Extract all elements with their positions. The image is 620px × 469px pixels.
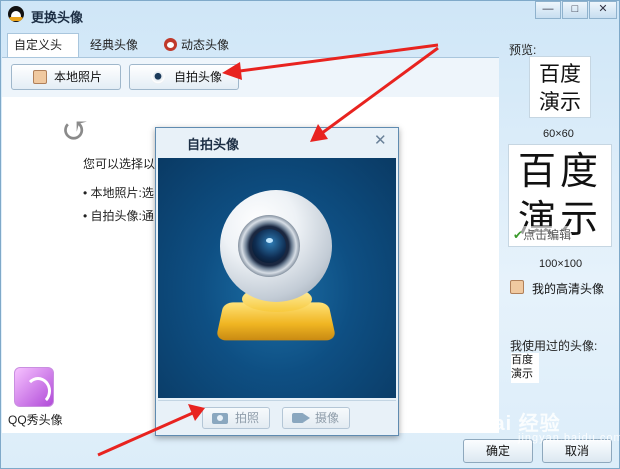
- camera-icon: [212, 413, 228, 424]
- hd-avatar-icon: [510, 280, 524, 294]
- tab-label: 动态头像: [181, 38, 230, 52]
- record-video-button[interactable]: 摄像: [282, 407, 350, 429]
- used-text-line2: 演示: [511, 367, 533, 380]
- bullet-selfie: • 自拍头像:通: [83, 209, 154, 223]
- maximize-button[interactable]: □: [562, 1, 588, 19]
- dialog-close-button[interactable]: ✕: [374, 131, 387, 149]
- preview-text-line1: 百度: [539, 62, 581, 86]
- qq-show-icon[interactable]: [14, 367, 54, 407]
- window-title: 更换头像: [31, 10, 84, 25]
- swirl-arrow-icon: ↺: [61, 111, 90, 151]
- minimize-button[interactable]: —: [535, 1, 561, 19]
- selfie-dialog: 自拍头像 ✕ 拍照 摄像: [155, 127, 399, 436]
- used-avatars-label: 我使用过的头像:: [510, 339, 598, 353]
- lens-glint: [266, 238, 273, 243]
- record-video-label: 摄像: [315, 411, 340, 425]
- bullet-local-photo: • 本地照片:选: [83, 186, 154, 200]
- title-bar: 更换头像 — □ ✕: [1, 1, 619, 29]
- baidu-watermark: Bai 经验 jingyan.baidu.com: [478, 407, 620, 444]
- dialog-action-bar: 拍照 摄像: [158, 400, 396, 434]
- toolbar: 本地照片 自拍头像: [2, 57, 499, 97]
- click-to-edit-link[interactable]: ✔点击编辑: [513, 226, 572, 243]
- preview-text-line2: 演示: [539, 90, 581, 114]
- webcam-icon: [151, 70, 165, 84]
- qq-show-label[interactable]: QQ秀头像: [8, 411, 63, 428]
- close-button[interactable]: ✕: [589, 1, 617, 19]
- local-photo-button[interactable]: 本地照片: [11, 64, 121, 90]
- qq-penguin-icon: [8, 6, 24, 22]
- camera-view: [158, 158, 396, 398]
- tab-classic-avatar[interactable]: 经典头像: [83, 33, 153, 57]
- preview-small-avatar: 百度 演示: [529, 56, 591, 118]
- small-size-label: 60×60: [543, 128, 574, 140]
- used-avatar-thumb[interactable]: 百度 演示: [511, 353, 539, 383]
- preview-large-line1: 百度: [517, 149, 602, 193]
- edit-label: 点击编辑: [523, 228, 572, 242]
- dialog-title: 自拍头像: [187, 137, 240, 152]
- angry-bird-icon: [164, 38, 177, 51]
- video-camera-icon: [292, 413, 310, 423]
- take-photo-label: 拍照: [235, 411, 260, 425]
- selfie-avatar-label: 自拍头像: [174, 70, 223, 84]
- tab-custom-avatar[interactable]: 自定义头像: [7, 33, 79, 74]
- large-size-label: 100×100: [539, 258, 583, 270]
- used-text-line1: 百度: [511, 353, 533, 366]
- hd-avatar-link[interactable]: 我的高清头像: [532, 280, 604, 297]
- selfie-avatar-button[interactable]: 自拍头像: [129, 64, 239, 90]
- person-photo-icon: [33, 70, 47, 84]
- tab-animated-avatar[interactable]: 动态头像: [157, 33, 247, 57]
- watermark-sub: jingyan.baidu.com: [518, 432, 620, 444]
- check-icon: ✔: [513, 228, 524, 242]
- webcam-lens: [252, 229, 286, 263]
- tab-label: 经典头像: [90, 38, 139, 52]
- take-photo-button[interactable]: 拍照: [202, 407, 270, 429]
- hint-text: 您可以选择以: [83, 157, 156, 171]
- local-photo-label: 本地照片: [54, 70, 103, 84]
